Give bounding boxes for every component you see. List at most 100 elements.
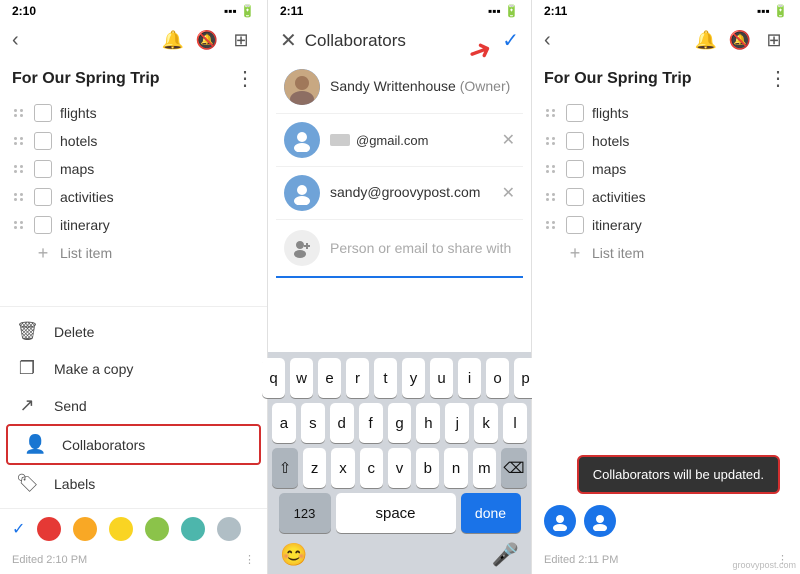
key-h[interactable]: h: [416, 403, 440, 443]
key-q[interactable]: q: [262, 358, 285, 398]
key-s[interactable]: s: [301, 403, 325, 443]
key-c[interactable]: c: [360, 448, 383, 488]
right-time: 2:11: [544, 4, 567, 18]
confirm-icon[interactable]: ✓: [502, 28, 519, 53]
item-label: itinerary: [592, 217, 642, 233]
color-gray[interactable]: [217, 517, 241, 541]
checkbox[interactable]: [34, 188, 52, 206]
right-back-icon[interactable]: ‹: [544, 29, 551, 52]
checkbox[interactable]: [566, 132, 584, 150]
labels-icon: 🏷: [16, 473, 38, 494]
checkbox[interactable]: [566, 188, 584, 206]
left-footer-more[interactable]: ⋮: [244, 553, 255, 566]
remove-email3-button[interactable]: ✕: [502, 183, 515, 203]
key-d[interactable]: d: [330, 403, 354, 443]
key-x[interactable]: x: [331, 448, 354, 488]
menu-labels[interactable]: 🏷 Labels: [0, 465, 267, 502]
drag-handle: [546, 109, 558, 117]
key-e[interactable]: e: [318, 358, 341, 398]
color-teal[interactable]: [181, 517, 205, 541]
collab-header: ✕ Collaborators ✓: [268, 22, 531, 61]
key-b[interactable]: b: [416, 448, 439, 488]
keyboard-row-3: ⇧ z x c v b n m ⌫: [272, 448, 527, 488]
color-green[interactable]: [145, 517, 169, 541]
close-icon[interactable]: ✕: [280, 28, 297, 53]
checkbox[interactable]: [566, 160, 584, 178]
key-r[interactable]: r: [346, 358, 369, 398]
color-orange[interactable]: [73, 517, 97, 541]
drag-handle: [14, 165, 26, 173]
key-n[interactable]: n: [444, 448, 467, 488]
checkbox[interactable]: [34, 216, 52, 234]
item-label: flights: [60, 105, 97, 121]
left-note-title: For Our Spring Trip: [12, 70, 160, 88]
checkbox[interactable]: [34, 132, 52, 150]
color-red[interactable]: [37, 517, 61, 541]
key-o[interactable]: o: [486, 358, 509, 398]
space-key[interactable]: space: [336, 493, 456, 533]
keyboard-bottom: 😊 🎤: [272, 538, 527, 570]
collab-email2-info: @gmail.com: [330, 133, 492, 148]
left-bell-slash-icon[interactable]: 🔕: [193, 26, 221, 54]
add-list-item[interactable]: + List item: [540, 239, 792, 267]
list-item: flights: [8, 99, 259, 127]
left-add-box-icon[interactable]: ⊞: [227, 26, 255, 54]
right-checklist: flights hotels maps activities itinerary: [532, 99, 800, 493]
key-k[interactable]: k: [474, 403, 498, 443]
key-u[interactable]: u: [430, 358, 453, 398]
mic-key[interactable]: 🎤: [492, 542, 519, 568]
checkbox[interactable]: [34, 160, 52, 178]
labels-label: Labels: [54, 476, 95, 492]
shift-key[interactable]: ⇧: [272, 448, 298, 488]
checkbox[interactable]: [566, 104, 584, 122]
key-j[interactable]: j: [445, 403, 469, 443]
remove-email2-button[interactable]: ✕: [502, 130, 515, 150]
key-m[interactable]: m: [473, 448, 496, 488]
num-key[interactable]: 123: [279, 493, 331, 533]
checkbox[interactable]: [566, 216, 584, 234]
checkmark-icon: ✓: [12, 519, 25, 539]
key-z[interactable]: z: [303, 448, 326, 488]
list-item: hotels: [540, 127, 792, 155]
key-g[interactable]: g: [388, 403, 412, 443]
right-edited-time: Edited 2:11 PM: [544, 554, 618, 566]
key-l[interactable]: l: [503, 403, 527, 443]
collab-email2-row-inner: @gmail.com: [330, 133, 492, 148]
item-label: hotels: [592, 133, 629, 149]
key-t[interactable]: t: [374, 358, 397, 398]
list-item: hotels: [8, 127, 259, 155]
left-back-icon[interactable]: ‹: [12, 29, 19, 52]
right-add-box-icon[interactable]: ⊞: [760, 26, 788, 54]
key-a[interactable]: a: [272, 403, 296, 443]
color-yellow[interactable]: [109, 517, 133, 541]
checkbox[interactable]: [34, 104, 52, 122]
list-item: maps: [8, 155, 259, 183]
menu-collaborators[interactable]: 👤 Collaborators: [6, 424, 261, 465]
add-person-row[interactable]: Person or email to share with: [276, 220, 523, 278]
delete-key[interactable]: ⌫: [501, 448, 527, 488]
add-list-item[interactable]: + List item: [8, 239, 259, 267]
list-item: flights: [540, 99, 792, 127]
menu-delete[interactable]: 🗑 Delete: [0, 313, 267, 350]
right-bell-icon[interactable]: 🔔: [692, 26, 720, 54]
emoji-key[interactable]: 😊: [280, 542, 307, 568]
menu-copy[interactable]: ❐ Make a copy: [0, 350, 267, 387]
add-item-label: List item: [60, 245, 112, 261]
list-item: itinerary: [8, 211, 259, 239]
left-bell-icon[interactable]: 🔔: [159, 26, 187, 54]
key-v[interactable]: v: [388, 448, 411, 488]
key-i[interactable]: i: [458, 358, 481, 398]
key-f[interactable]: f: [359, 403, 383, 443]
menu-send[interactable]: ↗ Send: [0, 387, 267, 424]
collab-avatar3: [284, 175, 320, 211]
list-item: activities: [8, 183, 259, 211]
key-w[interactable]: w: [290, 358, 313, 398]
left-more-button[interactable]: ⋮: [235, 66, 255, 91]
done-key[interactable]: done: [461, 493, 521, 533]
right-more-button[interactable]: ⋮: [768, 66, 788, 91]
right-bell-slash-icon[interactable]: 🔕: [726, 26, 754, 54]
add-item-label: List item: [592, 245, 644, 261]
middle-status-icons: ▪▪▪ 🔋: [488, 4, 519, 18]
add-person-placeholder[interactable]: Person or email to share with: [330, 240, 511, 256]
key-y[interactable]: y: [402, 358, 425, 398]
